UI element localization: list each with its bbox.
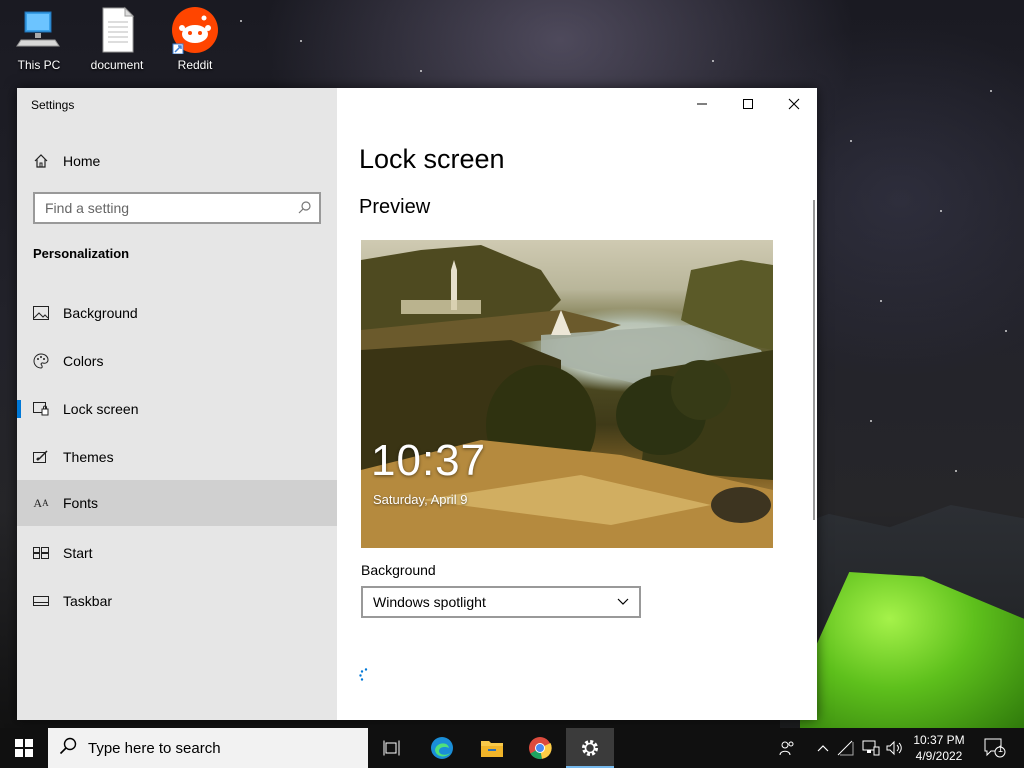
brush-icon <box>33 449 49 465</box>
sidebar-item-label: Fonts <box>63 495 99 511</box>
maximize-button[interactable] <box>725 88 771 120</box>
sidebar-item-themes[interactable]: Themes <box>17 434 337 480</box>
settings-window: Settings Home Personalization Background <box>17 88 817 720</box>
start-button[interactable] <box>0 728 48 768</box>
file-explorer-button[interactable] <box>468 728 516 768</box>
chevron-down-icon <box>617 598 629 605</box>
chrome-button[interactable] <box>516 728 564 768</box>
edge-icon <box>431 737 453 759</box>
background-label: Background <box>361 562 436 578</box>
preview-clock: 10:37 <box>371 436 487 485</box>
sidebar-item-fonts[interactable]: AA Fonts <box>17 480 337 526</box>
network-disconnected-icon <box>837 740 854 756</box>
sidebar-item-start[interactable]: Start <box>17 530 337 576</box>
edge-button[interactable] <box>418 728 466 768</box>
search-box[interactable] <box>33 192 321 224</box>
taskbar-clock[interactable]: 10:37 PM 4/9/2022 <box>906 732 972 764</box>
background-dropdown-value: Windows spotlight <box>373 594 486 610</box>
search-input[interactable] <box>35 194 291 222</box>
sidebar-item-label: Lock screen <box>63 401 139 417</box>
sidebar-item-lock-screen[interactable]: Lock screen <box>17 386 337 432</box>
taskbar: Type here to search 10:37 PM 4/9/2022 1 <box>0 728 1024 768</box>
sidebar-item-label: Taskbar <box>63 593 113 609</box>
sidebar-item-label: Themes <box>63 449 114 465</box>
computer-icon <box>15 6 63 54</box>
reddit-icon <box>171 6 219 55</box>
image-icon <box>33 305 49 321</box>
gear-icon <box>582 740 598 756</box>
ethernet-icon <box>862 740 880 756</box>
chevron-up-icon <box>817 745 829 752</box>
background-dropdown[interactable]: Windows spotlight <box>361 586 641 618</box>
desktop-icon-label: Reddit <box>177 58 213 72</box>
sidebar-item-home[interactable]: Home <box>17 138 337 184</box>
page-title: Lock screen <box>359 144 505 174</box>
sidebar: Settings Home Personalization Background <box>17 88 337 720</box>
folder-icon <box>481 741 503 757</box>
show-hidden-icons-button[interactable] <box>814 728 832 768</box>
sidebar-item-colors[interactable]: Colors <box>17 338 337 384</box>
minimize-icon <box>697 103 707 105</box>
clock-time: 10:37 PM <box>913 733 965 747</box>
content-pane: Lock screen Preview 10:37 Saturday, Apri… <box>337 88 817 720</box>
desktop-icon-label: document <box>90 58 144 72</box>
lock-screen-icon <box>33 401 49 417</box>
desktop-icon-document[interactable]: document <box>82 6 152 72</box>
notification-count-badge: 1 <box>998 744 1004 754</box>
desktop-icon-this-pc[interactable]: This PC <box>4 6 74 72</box>
search-icon <box>291 200 319 217</box>
network-status-button[interactable] <box>836 728 856 768</box>
windows-logo-icon <box>15 739 33 757</box>
settings-taskbar-button[interactable] <box>566 728 614 768</box>
desktop-icon-reddit[interactable]: Reddit <box>160 6 230 72</box>
action-center-button[interactable]: 1 <box>980 728 1010 768</box>
maximize-icon <box>743 99 753 109</box>
palette-icon <box>33 353 49 369</box>
clock-date: 4/9/2022 <box>915 749 963 763</box>
taskbar-search-placeholder: Type here to search <box>88 739 221 757</box>
volume-button[interactable] <box>884 728 906 768</box>
loading-spinner-icon <box>359 668 368 681</box>
preview-heading: Preview <box>359 196 431 218</box>
taskbar-icon <box>33 593 49 609</box>
close-icon <box>788 98 800 110</box>
chrome-icon <box>529 737 552 760</box>
start-icon <box>33 545 49 561</box>
task-view-icon <box>383 740 400 756</box>
people-icon <box>779 741 794 756</box>
ethernet-button[interactable] <box>860 728 882 768</box>
section-label: Personalization <box>33 246 130 261</box>
minimize-button[interactable] <box>679 88 725 120</box>
preview-date: Saturday, April 9 <box>373 492 468 507</box>
window-title: Settings <box>31 98 75 112</box>
document-icon <box>93 6 141 54</box>
task-view-button[interactable] <box>368 728 416 768</box>
sidebar-item-label: Background <box>63 305 138 321</box>
search-icon <box>48 737 88 760</box>
scrollbar[interactable] <box>813 200 815 520</box>
sidebar-item-background[interactable]: Background <box>17 290 337 336</box>
close-button[interactable] <box>771 88 817 120</box>
sidebar-item-label: Home <box>63 153 101 169</box>
sidebar-item-label: Start <box>63 545 93 561</box>
speaker-icon <box>886 740 902 756</box>
font-icon: AA <box>33 495 49 510</box>
home-icon <box>33 153 49 169</box>
lock-screen-preview: 10:37 Saturday, April 9 <box>361 240 773 548</box>
taskbar-search-box[interactable]: Type here to search <box>48 728 368 768</box>
desktop-icon-label: This PC <box>17 58 61 72</box>
sidebar-item-label: Colors <box>63 353 104 369</box>
people-button[interactable] <box>776 728 798 768</box>
sidebar-item-taskbar[interactable]: Taskbar <box>17 578 337 624</box>
